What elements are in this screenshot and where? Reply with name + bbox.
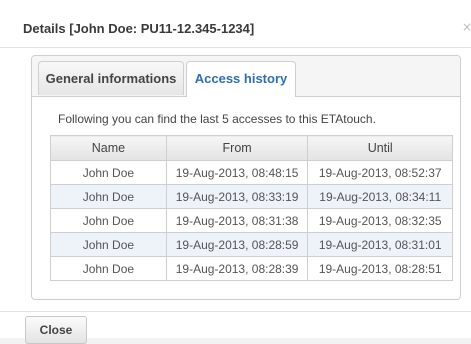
close-button[interactable]: Close [25, 316, 87, 344]
table-header-row: Name From Until [50, 135, 453, 161]
cell-from: 19-Aug-2013, 08:31:38 [165, 208, 309, 233]
dialog-titlebar: Details [John Doe: PU11-12.345-1234] × [0, 10, 471, 48]
column-header-name: Name [50, 135, 167, 161]
cell-from: 19-Aug-2013, 08:28:59 [165, 232, 309, 257]
tab-strip: General informations Access history [32, 56, 460, 97]
access-history-table: Name From Until John Doe 19-Aug-2013, 08… [50, 135, 453, 281]
close-icon[interactable]: × [461, 20, 471, 34]
access-history-intro: Following you can find the last 5 access… [58, 112, 376, 126]
tab-access-history[interactable]: Access history [186, 61, 296, 97]
cell-until: 19-Aug-2013, 08:34:11 [307, 184, 453, 209]
table-row: John Doe 19-Aug-2013, 08:48:15 19-Aug-20… [50, 160, 453, 185]
cell-name: John Doe [50, 208, 167, 233]
cell-name: John Doe [50, 232, 167, 257]
table-row: John Doe 19-Aug-2013, 08:31:38 19-Aug-20… [50, 208, 453, 233]
cell-until: 19-Aug-2013, 08:28:51 [307, 256, 453, 281]
cell-from: 19-Aug-2013, 08:33:19 [165, 184, 309, 209]
cell-until: 19-Aug-2013, 08:32:35 [307, 208, 453, 233]
tab-general-informations[interactable]: General informations [38, 61, 184, 95]
table-row: John Doe 19-Aug-2013, 08:33:19 19-Aug-20… [50, 184, 453, 209]
cell-name: John Doe [50, 256, 167, 281]
cell-name: John Doe [50, 184, 167, 209]
column-header-until: Until [307, 135, 453, 161]
cell-from: 19-Aug-2013, 08:48:15 [165, 160, 309, 185]
cell-until: 19-Aug-2013, 08:52:37 [307, 160, 453, 185]
cell-until: 19-Aug-2013, 08:31:01 [307, 232, 453, 257]
cell-name: John Doe [50, 160, 167, 185]
table-row: John Doe 19-Aug-2013, 08:28:39 19-Aug-20… [50, 256, 453, 281]
cell-from: 19-Aug-2013, 08:28:39 [165, 256, 309, 281]
table-row: John Doe 19-Aug-2013, 08:28:59 19-Aug-20… [50, 232, 453, 257]
column-header-from: From [165, 135, 309, 161]
dialog-title: Details [John Doe: PU11-12.345-1234] [23, 21, 255, 36]
details-dialog: Details [John Doe: PU11-12.345-1234] × G… [0, 0, 471, 344]
tabs-panel: General informations Access history Foll… [31, 55, 461, 300]
footer-divider [0, 311, 471, 312]
